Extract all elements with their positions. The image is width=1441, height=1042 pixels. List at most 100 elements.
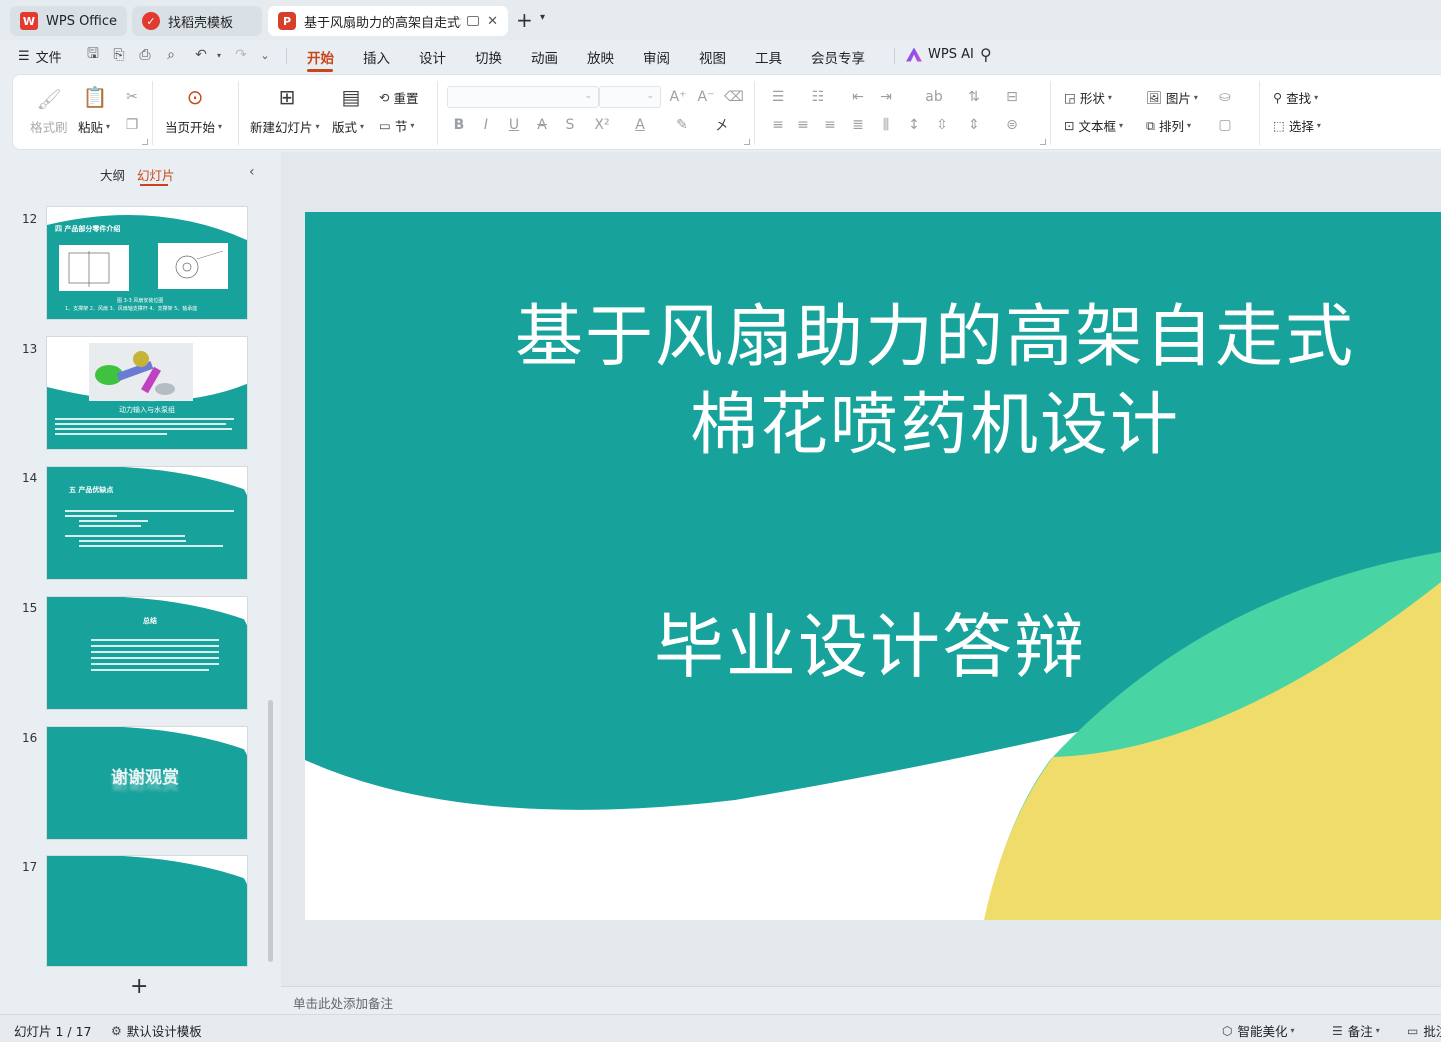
print-preview-icon[interactable]: ⌕: [162, 46, 180, 64]
menu-review[interactable]: 审阅: [643, 47, 670, 67]
menu-slideshow[interactable]: 放映: [587, 47, 614, 67]
align-left-icon[interactable]: ≡: [769, 116, 787, 134]
decrease-indent-icon[interactable]: ⇤: [849, 88, 867, 106]
shape-button[interactable]: ◲ 形状 ▾: [1064, 88, 1112, 107]
slide-thumbnail-15[interactable]: 总结: [46, 596, 248, 710]
clear-format-icon[interactable]: ⌫: [724, 88, 744, 106]
font-color-icon[interactable]: A: [631, 116, 649, 134]
phonetic-icon[interactable]: 㐅: [713, 116, 731, 134]
shape-label: 形状: [1079, 91, 1105, 106]
print-icon[interactable]: ⎙: [136, 46, 154, 64]
wps-ai-button[interactable]: WPS AI: [906, 47, 974, 62]
menu-member[interactable]: 会员专享: [811, 47, 865, 67]
paste-button[interactable]: 粘贴 ▾: [78, 117, 110, 136]
menu-tools[interactable]: 工具: [755, 47, 782, 67]
font-size-select[interactable]: ⌄: [599, 86, 661, 108]
notes-label: 备注: [1347, 1024, 1373, 1039]
main-slide[interactable]: 基于风扇助力的高架自走式 棉花喷药机设计 毕业设计答辩: [305, 212, 1441, 920]
new-slide-button[interactable]: 新建幻灯片 ▾: [250, 117, 320, 136]
superscript-icon[interactable]: X²: [593, 116, 611, 134]
close-tab-icon[interactable]: ✕: [487, 14, 498, 29]
slide-thumbnail-14[interactable]: 五 产品优缺点: [46, 466, 248, 580]
thumbnail-scrollbar[interactable]: [268, 700, 273, 962]
collapse-panel-icon[interactable]: ‹: [249, 164, 255, 180]
textbox-button[interactable]: ⊡ 文本框 ▾: [1064, 116, 1123, 135]
smart-beautify-button[interactable]: ⬡ 智能美化 ▾: [1222, 1021, 1295, 1040]
select-button[interactable]: ⬚ 选择 ▾: [1273, 116, 1321, 135]
outline-icon[interactable]: ▢: [1216, 116, 1234, 134]
font-family-select[interactable]: ⌄: [447, 86, 599, 108]
italic-icon[interactable]: I: [477, 116, 495, 134]
menu-insert[interactable]: 插入: [363, 47, 390, 67]
shadow-icon[interactable]: S: [561, 116, 579, 134]
design-template-button[interactable]: ⚙ 默认设计模板: [111, 1021, 202, 1040]
bullets-icon[interactable]: ☰: [769, 88, 787, 106]
format-painter-button[interactable]: 格式刷: [30, 117, 68, 136]
copy-icon[interactable]: ❐: [123, 116, 141, 134]
cut-icon[interactable]: ✂: [123, 88, 141, 106]
paragraph-spacing-icon[interactable]: ⇳: [933, 116, 951, 134]
align-center-icon[interactable]: ≡: [794, 116, 812, 134]
section-button[interactable]: ▭ 节 ▾: [379, 116, 414, 135]
window-mode-icon[interactable]: [467, 16, 480, 26]
find-button[interactable]: ⚲ 查找 ▾: [1273, 88, 1318, 107]
fill-icon[interactable]: ⛀: [1216, 88, 1234, 106]
increase-indent-icon[interactable]: ⇥: [877, 88, 895, 106]
justify-icon[interactable]: ≣: [849, 116, 867, 134]
new-tab-plus-icon[interactable]: +: [516, 10, 533, 30]
slide-subtitle[interactable]: 毕业设计答辩: [505, 602, 1235, 692]
strikethrough-icon[interactable]: A: [533, 116, 551, 134]
slide-thumbnail-17[interactable]: [46, 855, 248, 967]
highlight-icon[interactable]: ✎: [673, 116, 691, 134]
tab-wps-office[interactable]: W WPS Office: [10, 6, 127, 36]
align-right-icon[interactable]: ≡: [821, 116, 839, 134]
sort-icon[interactable]: ⇅: [965, 88, 983, 106]
dialog-launcher-icon[interactable]: [1040, 139, 1046, 145]
menu-animations[interactable]: 动画: [531, 47, 558, 67]
tab-outline[interactable]: 大纲: [100, 165, 125, 184]
save-icon[interactable]: 🖫: [84, 46, 102, 64]
slide-thumbnail-13[interactable]: 动力输入与水泵组: [46, 336, 248, 450]
export-icon[interactable]: ⎘: [110, 46, 128, 64]
distribute-icon[interactable]: ⫼: [877, 116, 895, 134]
slide-title[interactable]: 基于风扇助力的高架自走式 棉花喷药机设计: [495, 294, 1375, 470]
line-spacing-icon[interactable]: ↕: [905, 116, 923, 134]
slide-thumbnail-12[interactable]: 四 产品部分零件介绍 图 3-3 风扇安装位图 1、支撑架 2、风扇 3、风扇轴…: [46, 206, 248, 320]
chevron-down-icon[interactable]: ▾: [540, 12, 545, 23]
comments-button[interactable]: ▭ 批注: [1407, 1021, 1441, 1040]
bold-icon[interactable]: B: [450, 116, 468, 134]
undo-dropdown-icon[interactable]: ▾: [210, 46, 228, 64]
file-menu[interactable]: ☰ 文件: [18, 47, 62, 66]
notes-pane[interactable]: 单击此处添加备注: [281, 986, 1441, 1014]
redo-icon[interactable]: ↷: [232, 46, 250, 64]
increase-font-icon[interactable]: A⁺: [669, 88, 687, 106]
menu-design[interactable]: 设计: [419, 47, 446, 67]
convert-smartart-icon[interactable]: ⊟: [1003, 88, 1021, 106]
decrease-font-icon[interactable]: A⁻: [697, 88, 715, 106]
dialog-launcher-icon[interactable]: [142, 139, 148, 145]
text-align-vertical-icon[interactable]: ⇕: [965, 116, 983, 134]
reset-button[interactable]: ⟲ 重置: [379, 88, 419, 107]
menu-transitions[interactable]: 切换: [475, 47, 502, 67]
underline-icon[interactable]: U: [505, 116, 523, 134]
tab-current-document[interactable]: P 基于风扇助力的高架自走式棉 ✕: [268, 6, 508, 36]
numbering-icon[interactable]: ☷: [809, 88, 827, 106]
menu-home[interactable]: 开始: [307, 47, 334, 67]
chevron-down-icon: ▾: [1186, 121, 1191, 130]
notes-toggle-button[interactable]: ☰ 备注 ▾: [1332, 1021, 1380, 1040]
play-from-current-button[interactable]: 当页开始 ▾: [165, 117, 222, 136]
add-slide-plus-icon[interactable]: +: [130, 974, 148, 999]
tab-template-store[interactable]: ✓ 找稻壳模板: [132, 6, 262, 36]
layout-button[interactable]: 版式 ▾: [332, 117, 364, 136]
columns-icon[interactable]: ⊜: [1003, 116, 1021, 134]
tab-slides[interactable]: 幻灯片: [137, 165, 175, 184]
arrange-button[interactable]: ⧉ 排列 ▾: [1146, 116, 1191, 135]
slide-thumbnail-16[interactable]: 谢谢观赏: [46, 726, 248, 840]
text-direction-icon[interactable]: ab: [925, 88, 943, 106]
customize-dropdown-icon[interactable]: ⌄: [256, 46, 274, 64]
dialog-launcher-icon[interactable]: [744, 139, 750, 145]
picture-button[interactable]: 🖼 图片 ▾: [1146, 88, 1198, 107]
undo-icon[interactable]: ↶: [192, 46, 210, 64]
menu-view[interactable]: 视图: [699, 47, 726, 67]
search-icon[interactable]: ⚲: [980, 45, 992, 64]
